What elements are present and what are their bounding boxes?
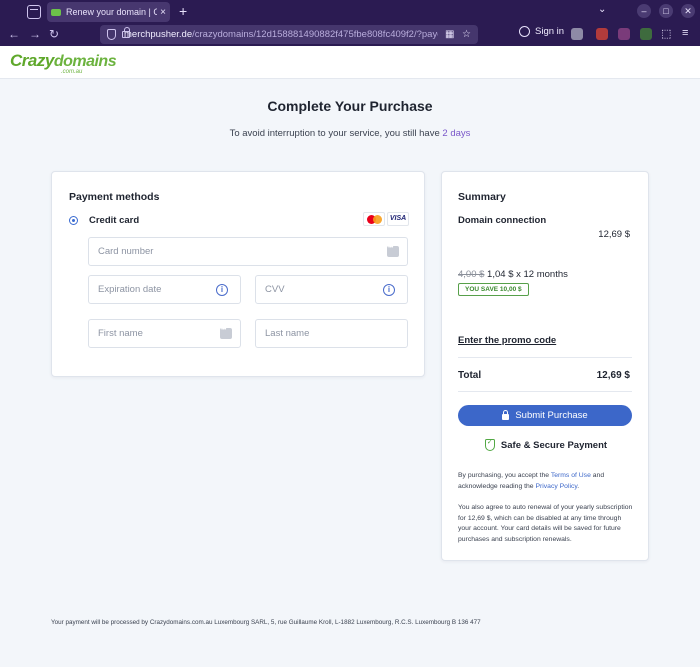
page-title: Complete Your Purchase xyxy=(267,98,433,114)
last-name-input[interactable] xyxy=(256,320,407,347)
subtitle-text: To avoid interruption to your service, y… xyxy=(229,128,443,139)
sign-in-label: Sign in xyxy=(535,26,565,37)
old-price: 4,00 $ xyxy=(458,269,485,280)
permissions-icon[interactable]: ▦ xyxy=(445,29,455,40)
new-tab-icon[interactable]: + xyxy=(179,3,187,19)
apps-grid-icon[interactable] xyxy=(571,28,583,40)
tracking-shield-icon[interactable] xyxy=(107,29,116,40)
legal-text: By purchasing, you accept the xyxy=(458,472,551,479)
mastercard-icon xyxy=(363,212,385,226)
lock-icon[interactable] xyxy=(122,27,130,38)
price-breakdown: 4,00 $ 1,04 $ x 12 months xyxy=(458,269,568,280)
bookmark-star-icon[interactable]: ☆ xyxy=(462,29,472,40)
contact-card-icon xyxy=(220,327,232,339)
lock-icon xyxy=(502,410,510,420)
url-path: /crazydomains/12d158881490882f475fbe808f… xyxy=(192,29,438,40)
cvv-field[interactable]: i xyxy=(255,275,408,304)
minimize-window-icon[interactable]: – xyxy=(637,4,651,18)
card-icon xyxy=(387,245,399,257)
credit-card-label[interactable]: Credit card xyxy=(89,215,139,226)
legal-text: . xyxy=(577,482,580,490)
terms-of-use-link[interactable]: Terms of Use xyxy=(551,472,591,479)
tab-list-icon[interactable] xyxy=(27,4,41,19)
browser-tab-active[interactable]: Renew your domain | Cra × xyxy=(47,2,170,22)
last-name-field[interactable] xyxy=(255,319,408,348)
extension-green-icon[interactable] xyxy=(640,28,652,40)
payment-methods-card: Payment methods Credit card VISA i i xyxy=(51,171,425,377)
first-name-input[interactable] xyxy=(89,320,240,347)
close-window-icon[interactable]: ✕ xyxy=(681,4,695,18)
tabs-dropdown-icon[interactable]: ⌄ xyxy=(598,4,606,15)
summary-item-price: 12,69 $ xyxy=(598,229,630,240)
auto-renewal-notice: You also agree to auto renewal of your y… xyxy=(458,504,633,543)
extension-red-icon[interactable] xyxy=(596,28,608,40)
tab-title: Renew your domain | Cra xyxy=(66,7,158,17)
crazydomains-logo[interactable]: Crazydomains .com.au xyxy=(10,51,117,75)
url-text[interactable]: merchpusher.de/crazydomains/12d158881490… xyxy=(124,29,438,40)
forward-icon[interactable]: → xyxy=(29,27,41,41)
summary-divider xyxy=(458,357,632,358)
savings-badge: YOU SAVE 10,00 $ xyxy=(458,283,529,296)
total-label: Total xyxy=(458,370,482,381)
page-subtitle: To avoid interruption to your service, y… xyxy=(0,128,700,139)
promo-code-link[interactable]: Enter the promo code xyxy=(458,335,556,346)
secure-payment-label: Safe & Secure Payment xyxy=(500,439,608,451)
crazydomains-favicon-icon xyxy=(51,8,61,16)
payment-methods-title: Payment methods xyxy=(69,191,160,203)
submit-purchase-label: Submit Purchase xyxy=(515,410,588,421)
shield-check-icon xyxy=(484,438,495,451)
url-host: merchpusher.de xyxy=(124,29,193,40)
summary-title: Summary xyxy=(458,191,506,203)
summary-item-label: Domain connection xyxy=(458,215,547,226)
terms-acknowledgement: By purchasing, you accept the Terms of U… xyxy=(458,471,636,492)
maximize-window-icon[interactable]: □ xyxy=(659,4,673,18)
footer-processor-note: Your payment will be processed by Crazyd… xyxy=(51,619,481,626)
sign-in-button[interactable]: Sign in xyxy=(519,26,564,37)
card-number-field[interactable] xyxy=(88,237,408,266)
credit-card-radio[interactable] xyxy=(69,216,78,225)
extension-purple-icon[interactable] xyxy=(618,28,630,40)
tab-close-icon[interactable]: × xyxy=(160,7,166,18)
summary-card: Summary Domain connection 12,69 $ 4,00 $… xyxy=(441,171,649,561)
info-icon[interactable]: i xyxy=(383,284,395,296)
menu-icon[interactable]: ≡ xyxy=(682,27,688,39)
visa-icon: VISA xyxy=(387,212,409,226)
card-number-input[interactable] xyxy=(89,238,407,265)
privacy-policy-link[interactable]: Privacy Policy xyxy=(535,483,577,490)
reload-icon[interactable]: ↻ xyxy=(49,27,59,41)
submit-purchase-button[interactable]: Submit Purchase xyxy=(458,405,632,426)
logo-domains-text: domains xyxy=(53,53,117,70)
browser-toolbar: ← → ↻ merchpusher.de/crazydomains/12d158… xyxy=(0,23,700,46)
back-icon[interactable]: ← xyxy=(8,27,20,41)
total-value: 12,69 $ xyxy=(596,370,630,381)
secure-payment-note: Safe & Secure Payment xyxy=(442,438,650,451)
info-icon[interactable]: i xyxy=(216,284,228,296)
browser-tab-bar: Renew your domain | Cra × + ⌄ – □ ✕ xyxy=(0,0,700,23)
account-icon xyxy=(519,26,530,37)
days-remaining: 2 days xyxy=(442,128,471,139)
logo-sub-text: .com.au xyxy=(61,69,83,75)
unit-price: 1,04 $ x 12 months xyxy=(484,269,568,280)
site-header: Crazydomains .com.au xyxy=(0,46,700,79)
summary-divider xyxy=(458,391,632,392)
url-bar[interactable]: merchpusher.de/crazydomains/12d158881490… xyxy=(100,25,478,44)
first-name-field[interactable] xyxy=(88,319,241,348)
extensions-icon[interactable]: ⬚ xyxy=(661,28,673,40)
expiration-date-field[interactable]: i xyxy=(88,275,241,304)
logo-crazy-text: Crazy xyxy=(10,51,54,70)
